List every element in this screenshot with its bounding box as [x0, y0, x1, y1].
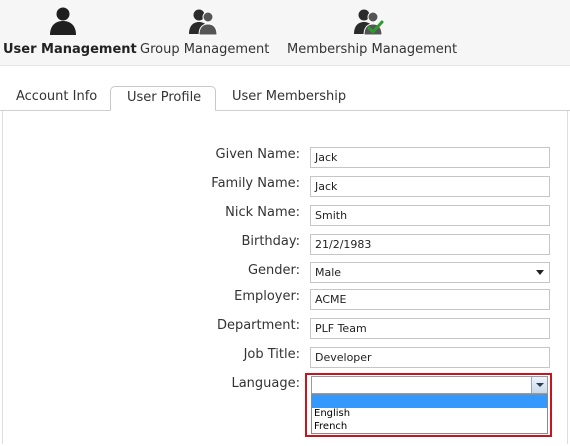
- language-label: Language:: [231, 376, 300, 391]
- family-name-label: Family Name:: [211, 176, 300, 191]
- language-options-list: English French: [311, 394, 548, 434]
- birthday-input[interactable]: 21/2/1983: [310, 234, 550, 255]
- language-select[interactable]: [311, 376, 548, 394]
- gender-select[interactable]: Male: [310, 262, 550, 283]
- gender-label: Gender:: [247, 263, 300, 278]
- nav-membership-management[interactable]: Membership Management: [282, 0, 458, 66]
- tab-account-info-label: Account Info: [16, 89, 98, 104]
- given-name-input[interactable]: Jack: [310, 147, 550, 168]
- family-name-input[interactable]: Jack: [310, 176, 550, 197]
- language-option-french[interactable]: French: [312, 420, 547, 433]
- chevron-down-icon: [536, 270, 544, 275]
- nav-user-management-label: User Management: [3, 42, 137, 57]
- membership-icon: [354, 9, 384, 36]
- nav-membership-management-label: Membership Management: [287, 42, 458, 57]
- tab-user-profile[interactable]: User Profile: [110, 86, 216, 111]
- job-title-input[interactable]: Developer: [310, 347, 550, 368]
- birthday-label: Birthday:: [241, 234, 300, 249]
- tab-user-membership[interactable]: User Membership: [224, 86, 354, 111]
- group-icon: [189, 9, 218, 36]
- language-option-english[interactable]: English: [312, 407, 547, 420]
- language-dropdown-button[interactable]: [531, 377, 547, 393]
- nav-group-management[interactable]: Group Management: [136, 0, 270, 66]
- job-title-label: Job Title:: [243, 347, 300, 362]
- employer-input[interactable]: ACME: [310, 289, 550, 310]
- nav-group-management-label: Group Management: [140, 42, 270, 57]
- nick-name-input[interactable]: Smith: [310, 205, 550, 226]
- tab-user-membership-label: User Membership: [232, 89, 347, 104]
- nav-user-management[interactable]: User Management: [0, 0, 137, 66]
- department-input[interactable]: PLF Team: [310, 318, 550, 339]
- given-name-label: Given Name:: [215, 147, 300, 162]
- employer-label: Employer:: [234, 289, 300, 304]
- user-icon: [50, 7, 76, 35]
- department-label: Department:: [216, 318, 300, 333]
- nick-name-label: Nick Name:: [225, 205, 300, 220]
- gender-select-value: Male: [315, 266, 342, 279]
- tab-user-profile-label: User Profile: [127, 90, 202, 105]
- top-navigation: User Management Group Management Members…: [0, 0, 570, 66]
- tab-account-info[interactable]: Account Info: [6, 86, 102, 111]
- chevron-down-icon: [536, 383, 544, 387]
